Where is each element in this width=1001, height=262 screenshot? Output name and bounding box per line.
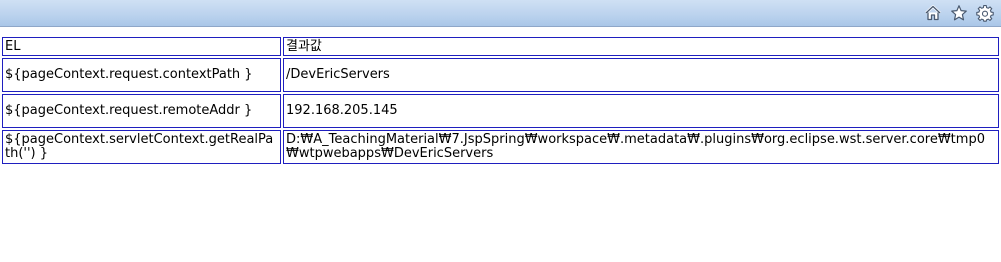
el-expression-cell: ${pageContext.request.contextPath } — [2, 58, 281, 92]
el-result-table: EL 결과값 ${pageContext.request.contextPath… — [0, 35, 1001, 166]
table-row: ${pageContext.request.contextPath } /Dev… — [2, 58, 999, 92]
result-value-cell: 192.168.205.145 — [283, 94, 999, 128]
header-el-cell: EL — [2, 37, 281, 56]
header-result-cell: 결과값 — [283, 37, 999, 56]
home-icon[interactable] — [923, 3, 943, 23]
browser-toolbar — [0, 0, 1001, 27]
table-header-row: EL 결과값 — [2, 37, 999, 56]
table-row: ${pageContext.servletContext.getRealPath… — [2, 130, 999, 164]
result-value-cell: /DevEricServers — [283, 58, 999, 92]
gear-icon[interactable] — [975, 3, 995, 23]
el-expression-cell: ${pageContext.request.remoteAddr } — [2, 94, 281, 128]
star-icon[interactable] — [949, 3, 969, 23]
result-value-cell: D:₩A_TeachingMaterial₩7.JspSpring₩worksp… — [283, 130, 999, 164]
el-expression-cell: ${pageContext.servletContext.getRealPath… — [2, 130, 281, 164]
table-row: ${pageContext.request.remoteAddr } 192.1… — [2, 94, 999, 128]
toolbar-icons — [923, 3, 995, 23]
